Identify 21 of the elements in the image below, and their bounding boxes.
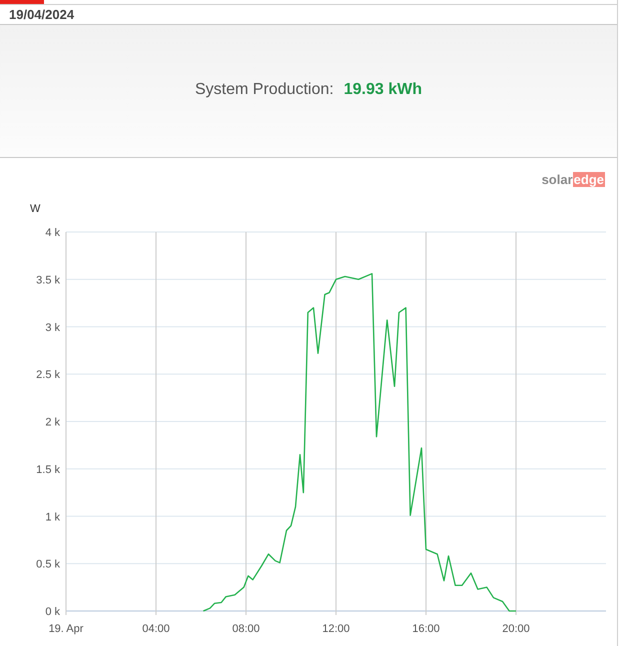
y-tick-label: 2 k (45, 416, 60, 428)
x-tick-label: 04:00 (142, 623, 170, 635)
y-axis-title: W (30, 203, 40, 215)
summary-value: 19.93 kWh (344, 80, 422, 100)
brand-logo: solaredge (542, 172, 605, 187)
x-tick-label: 08:00 (232, 623, 260, 635)
y-tick-label: 1.5 k (36, 464, 60, 476)
y-tick-label: 4 k (45, 227, 60, 239)
summary-label: System Production: (195, 80, 334, 100)
y-tick-label: 1 k (45, 511, 60, 524)
x-tick-label: 12:00 (322, 623, 350, 635)
y-tick-label: 3 k (45, 322, 60, 334)
date-label: 19/04/2024 (9, 6, 74, 24)
y-tick-label: 3.5 k (36, 274, 60, 286)
y-tick-label: 2.5 k (36, 369, 60, 382)
x-tick-label: 19. Apr (48, 623, 84, 635)
y-tick-label: 0 k (45, 606, 60, 618)
x-tick-label: 16:00 (412, 623, 440, 635)
y-tick-label: 0.5 k (36, 558, 60, 571)
active-indicator (0, 0, 44, 4)
x-tick-label: 20:00 (502, 623, 530, 635)
